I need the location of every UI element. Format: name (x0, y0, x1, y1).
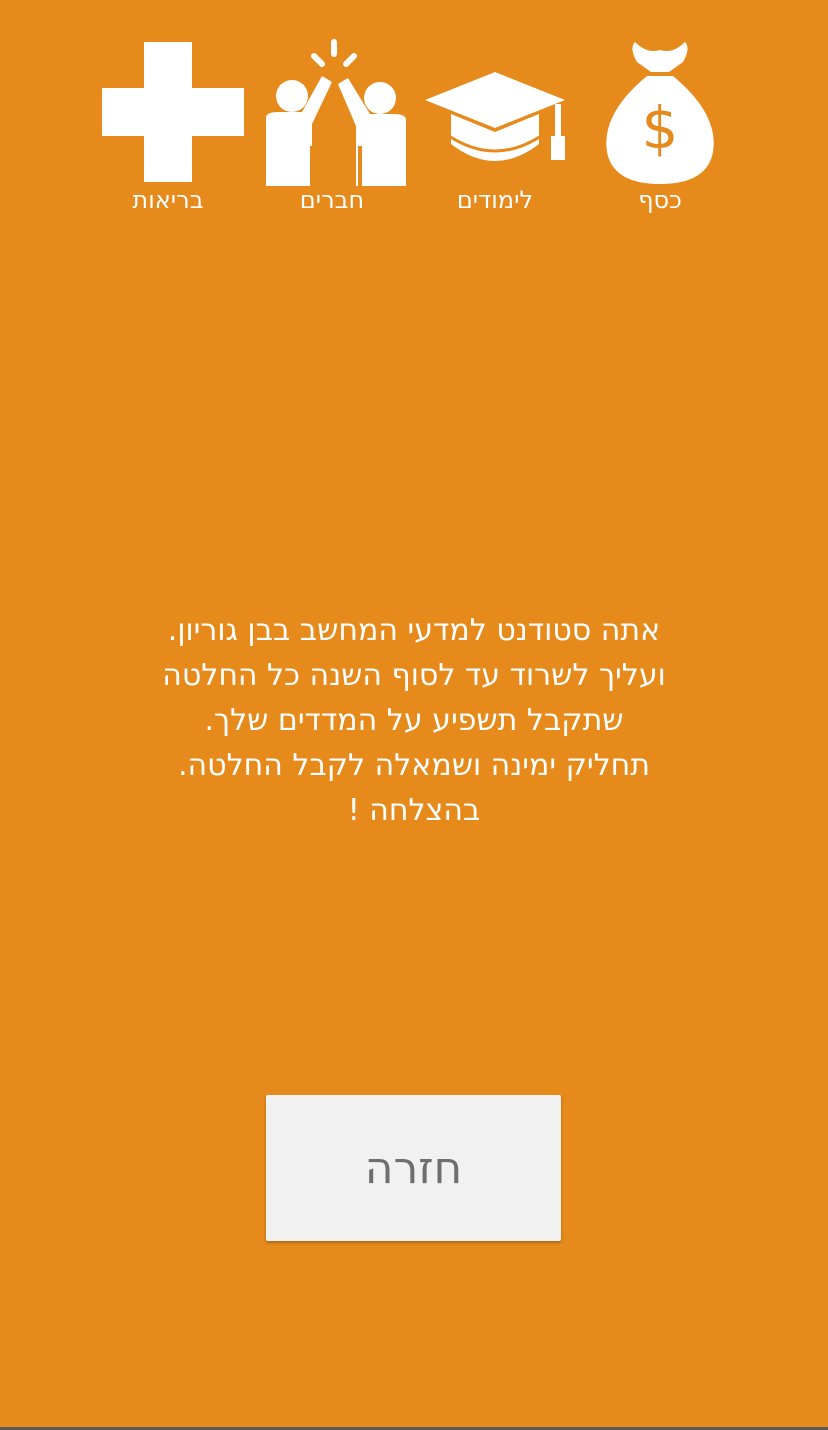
stat-friends-label: חברים (299, 186, 365, 214)
stat-friends: חברים (247, 36, 417, 226)
intro-line: שתקבל תשפיע על המדדים שלך. (204, 703, 624, 738)
stat-health-label: בריאות (132, 186, 204, 214)
intro-line: ועליך לשרוד עד לסוף השנה כל החלטה (162, 658, 666, 693)
intro-line: בהצלחה ! (347, 793, 481, 828)
stats-bar: $ כסף לימודים חברים בריאות (0, 0, 828, 230)
stat-studies-label: לימודים (456, 186, 534, 214)
intro-text: אתה סטודנט למדעי המחשב בבן גוריון. ועליך… (60, 608, 768, 833)
medical-cross-icon (102, 42, 244, 182)
stat-money-label: כסף (638, 186, 682, 214)
stat-money: $ כסף (575, 36, 745, 226)
stat-health: בריאות (83, 36, 253, 226)
high-five-icon (266, 39, 406, 186)
intro-line: אתה סטודנט למדעי המחשב בבן גוריון. (167, 613, 661, 648)
svg-text:$: $ (642, 94, 679, 162)
stat-studies: לימודים (410, 36, 580, 226)
money-bag-icon: $ (606, 42, 714, 184)
back-button[interactable]: חזרה (266, 1095, 561, 1241)
intro-line: תחליק ימינה ושמאלה לקבל החלטה. (178, 748, 650, 783)
graduation-cap-icon (425, 72, 565, 161)
